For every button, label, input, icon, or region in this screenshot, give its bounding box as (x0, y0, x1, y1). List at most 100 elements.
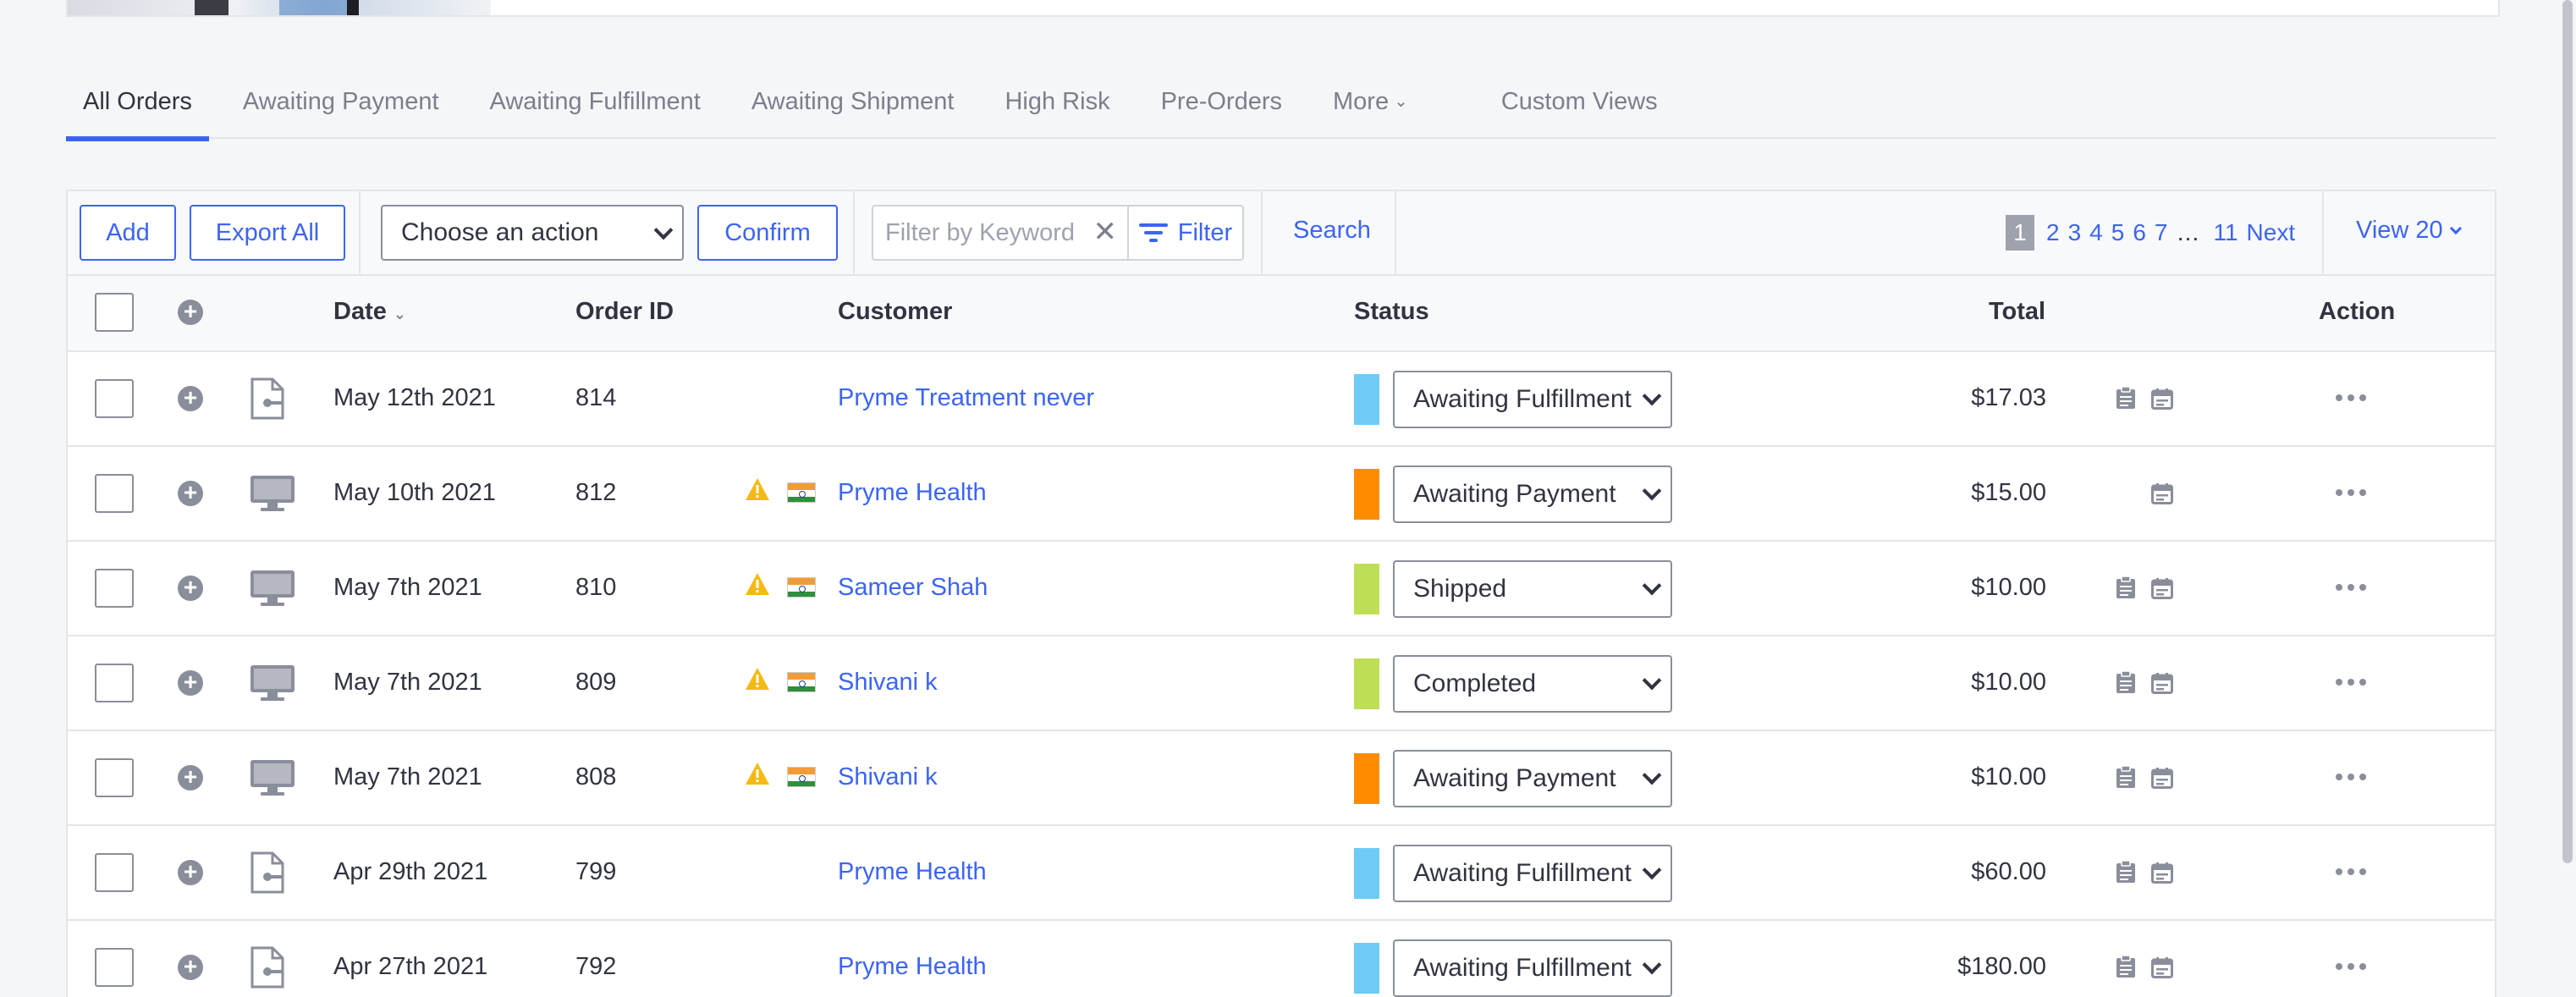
customer-link[interactable]: Pryme Health (838, 953, 987, 981)
clipboard-icon[interactable] (2116, 860, 2136, 890)
calendar-icon[interactable] (2151, 862, 2173, 890)
tab-all-orders[interactable]: All Orders (66, 76, 209, 141)
expand-row-icon[interactable]: + (178, 955, 203, 980)
tab-high-risk[interactable]: High Risk (988, 76, 1126, 139)
more-actions-icon[interactable] (2336, 489, 2366, 496)
row-checkbox[interactable] (95, 379, 134, 418)
clipboard-icon[interactable] (2116, 765, 2136, 796)
warning-icon[interactable] (745, 572, 770, 603)
status-select[interactable]: Completed (1393, 655, 1672, 713)
row-checkbox[interactable] (95, 569, 134, 608)
warning-icon[interactable] (745, 477, 770, 508)
expand-row-icon[interactable]: + (178, 765, 203, 790)
next-page-link[interactable]: Next (2247, 219, 2296, 246)
confirm-button[interactable]: Confirm (697, 205, 838, 261)
warning-icon[interactable] (745, 667, 770, 697)
expand-row-icon[interactable]: + (178, 576, 203, 601)
expand-all-icon[interactable]: + (178, 300, 203, 325)
clipboard-icon[interactable] (2116, 576, 2136, 606)
tab-awaiting-fulfillment[interactable]: Awaiting Fulfillment (473, 76, 718, 139)
warning-icon[interactable] (745, 762, 770, 792)
row-checkbox[interactable] (95, 664, 134, 702)
tab-more[interactable]: More ⌄ (1316, 76, 1425, 139)
more-actions-icon[interactable] (2336, 679, 2366, 686)
tab-awaiting-payment[interactable]: Awaiting Payment (226, 76, 456, 139)
clear-icon[interactable]: ✕ (1093, 215, 1118, 249)
bulk-action-select[interactable]: Choose an action (381, 205, 684, 261)
tab-label: Pre-Orders (1160, 88, 1282, 115)
date-column-header[interactable]: Date ⌄ (333, 298, 406, 326)
chevron-down-icon (2449, 222, 2462, 235)
tab-custom-views[interactable]: Custom Views (1484, 76, 1675, 139)
expand-row-icon[interactable]: + (178, 670, 203, 696)
status-select[interactable]: Awaiting Fulfillment (1393, 939, 1672, 997)
row-checkbox[interactable] (95, 758, 134, 797)
expand-row-icon[interactable]: + (178, 481, 203, 506)
more-actions-icon[interactable] (2336, 963, 2366, 970)
more-actions-icon[interactable] (2336, 774, 2366, 780)
vertical-scrollbar[interactable] (2559, 0, 2576, 997)
clipboard-icon[interactable] (2116, 386, 2136, 416)
tab-pre-orders[interactable]: Pre-Orders (1144, 76, 1299, 139)
status-select[interactable]: Awaiting Payment (1393, 465, 1672, 523)
customer-link[interactable]: Shivani k (838, 669, 938, 697)
tab-label: Custom Views (1500, 88, 1658, 115)
status-value: Awaiting Fulfillment (1413, 385, 1632, 413)
status-color-indicator (1354, 564, 1379, 614)
customer-link[interactable]: Shivani k (838, 763, 938, 791)
clipboard-icon[interactable] (2116, 955, 2136, 985)
page-link-2[interactable]: 2 (2046, 219, 2060, 246)
keyword-filter-placeholder: Filter by Keyword (885, 218, 1076, 246)
select-all-checkbox[interactable] (95, 293, 134, 332)
more-actions-icon[interactable] (2336, 584, 2366, 591)
calendar-icon[interactable] (2151, 482, 2173, 511)
calendar-icon[interactable] (2151, 577, 2173, 606)
scrollbar-thumb[interactable] (2562, 0, 2573, 863)
order-id: 792 (575, 953, 617, 980)
customer-link[interactable]: Pryme Treatment never (838, 384, 1094, 412)
orders-toolbar: Add Export All Choose an action Confirm … (68, 191, 2495, 276)
bulk-action-value: Choose an action (401, 218, 599, 246)
search-link[interactable]: Search (1293, 217, 1371, 245)
page-link-last[interactable]: 11 (2213, 219, 2237, 246)
status-select[interactable]: Shipped (1393, 560, 1672, 618)
page-link-6[interactable]: 6 (2133, 219, 2146, 246)
calendar-icon[interactable] (2151, 672, 2173, 701)
page-link-5[interactable]: 5 (2111, 219, 2125, 246)
order-id: 812 (575, 479, 617, 506)
customer-link[interactable]: Pryme Health (838, 479, 987, 507)
pagination: 1 2 3 4 5 6 7 … 11 Next (2006, 215, 2304, 251)
order-tabs: All Orders Awaiting Payment Awaiting Fulfi… (66, 76, 2496, 141)
chevron-down-icon (1642, 576, 1662, 596)
page-link-3[interactable]: 3 (2068, 219, 2082, 246)
view-count-dropdown[interactable]: View 20 (2356, 217, 2462, 245)
calendar-icon[interactable] (2151, 956, 2173, 985)
status-select[interactable]: Awaiting Fulfillment (1393, 845, 1672, 902)
page-link-7[interactable]: 7 (2155, 219, 2168, 246)
page-link-4[interactable]: 4 (2089, 219, 2103, 246)
more-actions-icon[interactable] (2336, 394, 2366, 401)
clipboard-icon[interactable] (2116, 670, 2136, 701)
row-checkbox[interactable] (95, 474, 134, 513)
status-value: Awaiting Payment (1413, 480, 1616, 508)
filter-button[interactable]: Filter (1127, 207, 1242, 259)
tab-awaiting-shipment[interactable]: Awaiting Shipment (735, 76, 972, 139)
status-select[interactable]: Awaiting Fulfillment (1393, 371, 1672, 428)
monitor-icon (249, 474, 296, 518)
status-column-header: Status (1354, 298, 1429, 325)
expand-row-icon[interactable]: + (178, 860, 203, 885)
expand-row-icon[interactable]: + (178, 386, 203, 411)
india-flag-icon (787, 672, 816, 692)
more-actions-icon[interactable] (2336, 868, 2366, 875)
export-all-button[interactable]: Export All (190, 205, 345, 261)
keyword-filter-input[interactable]: Filter by Keyword ✕ (873, 207, 1127, 259)
row-checkbox[interactable] (95, 853, 134, 892)
calendar-icon[interactable] (2151, 388, 2173, 416)
customer-link[interactable]: Pryme Health (838, 858, 987, 886)
status-select[interactable]: Awaiting Payment (1393, 750, 1672, 807)
page-link-1[interactable]: 1 (2006, 215, 2034, 251)
add-button[interactable]: Add (80, 205, 176, 261)
calendar-icon[interactable] (2151, 767, 2173, 796)
row-checkbox[interactable] (95, 948, 134, 987)
customer-link[interactable]: Sameer Shah (838, 574, 988, 602)
